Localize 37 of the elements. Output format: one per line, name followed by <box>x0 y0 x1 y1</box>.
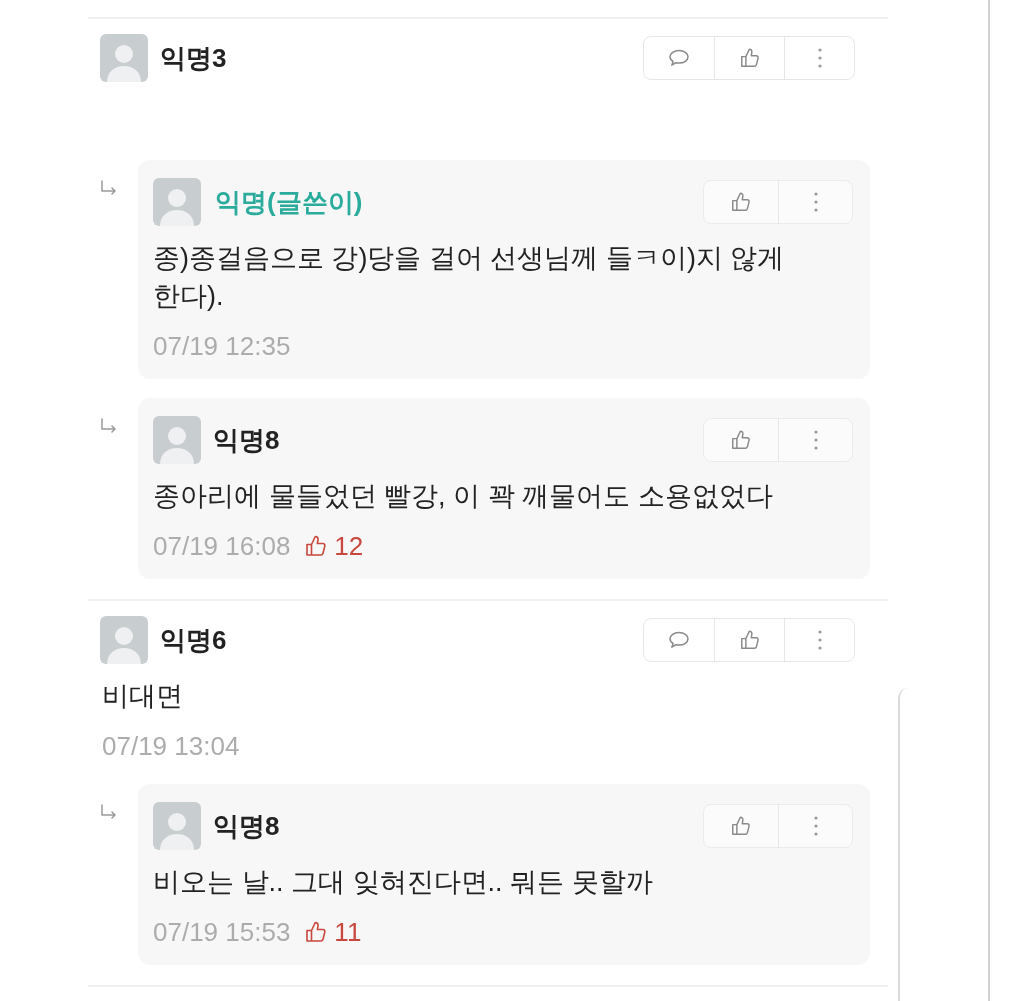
avatar-icon <box>153 178 201 226</box>
speech-bubble-icon <box>668 631 690 649</box>
comment-time: 07/19 13:04 <box>102 732 240 760</box>
comment-text: 종)종걸음으로 강)당을 걸어 선생님께 들ㅋ이)지 않게 한다). <box>153 242 786 313</box>
thumbs-up-icon <box>304 534 329 558</box>
comment-text: 종아리에 물들었던 빨강, 이 꽉 깨물어도 소용없었다 <box>153 480 774 513</box>
comment-text: 비대면 <box>101 680 184 713</box>
author-name: 익명6 <box>160 624 227 656</box>
thumbs-up-icon <box>730 191 752 213</box>
avatar-icon <box>100 34 148 82</box>
avatar-icon <box>153 802 201 850</box>
vertical-dots-icon <box>813 815 818 837</box>
like-count: 11 <box>334 918 362 946</box>
thumbs-up-icon <box>738 47 761 69</box>
like-count: 12 <box>334 532 364 560</box>
thumbs-up-icon <box>730 429 752 451</box>
vertical-dots-icon <box>817 629 822 651</box>
vertical-dots-icon <box>813 191 818 213</box>
reply-arrow-icon <box>100 180 118 196</box>
comment-time: 07/19 15:53 <box>153 918 291 946</box>
vertical-dots-icon <box>813 429 818 451</box>
author-name: 익명3 <box>160 42 227 74</box>
author-name: 익명8 <box>213 810 280 842</box>
author-name: 익명(글쓴이) <box>215 186 363 218</box>
thumbs-up-icon <box>304 920 329 944</box>
reply-arrow-icon <box>100 804 118 820</box>
avatar-icon <box>153 416 201 464</box>
author-name: 익명8 <box>213 424 280 456</box>
avatar-icon <box>100 616 148 664</box>
comment-text: 비오는 날.. 그대 잊혀진다면.. 뭐든 못할까 <box>153 866 654 899</box>
vertical-dots-icon <box>817 47 822 69</box>
comment-time: 07/19 16:08 <box>153 532 291 560</box>
comment-time: 07/19 12:35 <box>153 332 291 360</box>
thumbs-up-icon <box>738 629 761 651</box>
reply-arrow-icon <box>100 418 118 434</box>
thumbs-up-icon <box>730 815 752 837</box>
speech-bubble-icon <box>668 49 690 67</box>
